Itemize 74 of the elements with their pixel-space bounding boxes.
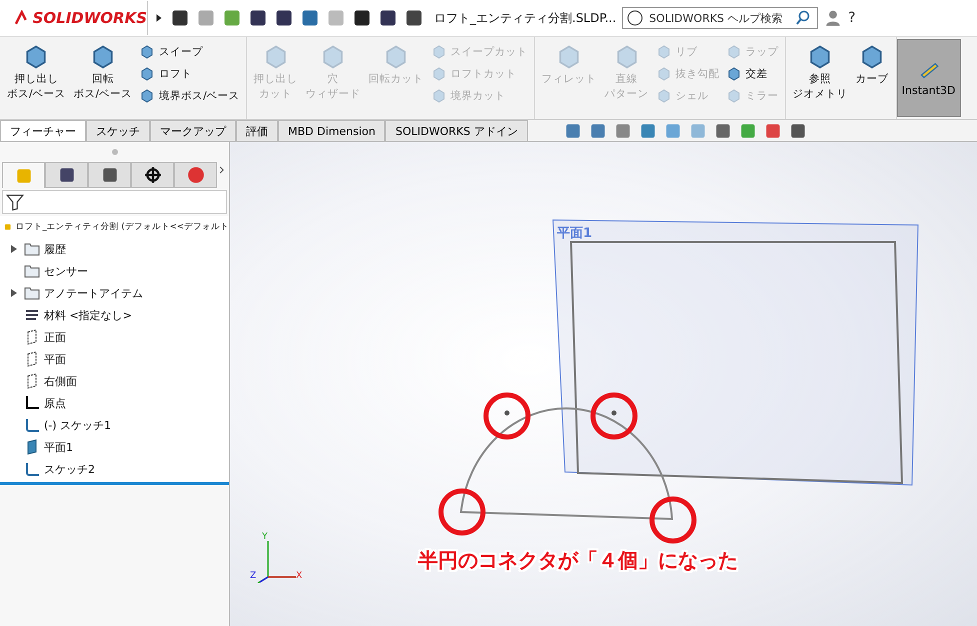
button-label: 回転 — [92, 73, 114, 86]
highlight-circle — [650, 496, 696, 544]
plane-label: 平面1 — [557, 225, 592, 242]
ribbon-tab[interactable]: MBD Dimension — [278, 120, 386, 141]
button-label: 参照 — [809, 73, 832, 86]
button-label: ボス/ベース — [74, 88, 132, 102]
ribbon-button[interactable]: 回転 ボス/ベース — [70, 39, 136, 117]
help-menu[interactable]: ? — [848, 10, 856, 26]
button-label: ウィザード — [306, 88, 361, 102]
button-label: ジオメトリ — [792, 88, 848, 102]
help-icon — [627, 10, 644, 26]
ribbon-button[interactable]: 押し出し ボス/ベース — [4, 39, 69, 117]
button-label: 穴 — [328, 73, 339, 86]
tree-item[interactable]: 右側面 — [44, 374, 77, 388]
button-label: カット — [259, 88, 292, 102]
button-label: 回転カット — [368, 73, 424, 86]
ribbon-tab[interactable]: フィーチャー — [0, 120, 86, 141]
folder-icon — [24, 285, 40, 301]
material-icon — [24, 307, 40, 323]
tree-item[interactable]: 平面1 — [44, 440, 73, 454]
ribbon-button[interactable]: 境界ボス/ベース — [137, 86, 242, 106]
logo-text: SOLIDWORKS — [32, 9, 147, 27]
ribbon-tab[interactable]: スケッチ — [86, 120, 150, 141]
tree-item[interactable]: アノテートアイテム — [44, 286, 143, 300]
ribbon-button[interactable]: 参照 ジオメトリ — [790, 39, 851, 117]
highlight-circle — [590, 392, 638, 440]
axis-label: Z — [250, 571, 256, 581]
tree-item[interactable]: 平面 — [44, 352, 66, 366]
tree-item[interactable]: スケッチ2 — [44, 462, 95, 476]
ribbon-button[interactable]: 交差 — [724, 64, 781, 84]
folder-icon — [24, 241, 40, 257]
tree-item[interactable]: 原点 — [44, 396, 66, 410]
crosshair-icon — [144, 166, 162, 184]
ribbon-tab[interactable]: SOLIDWORKS アドイン — [385, 120, 528, 141]
display-icon — [186, 166, 205, 184]
ribbon-tab[interactable]: マークアップ — [150, 120, 236, 141]
axis-label: Y — [262, 532, 268, 542]
axis-label: X — [296, 571, 302, 581]
button-label: フィレット — [542, 73, 597, 86]
expand-arrow-icon[interactable] — [10, 245, 18, 253]
ribbon-button[interactable]: カーブ — [852, 39, 892, 117]
button-label: カーブ — [856, 73, 889, 86]
ribbon-button[interactable]: スイープ — [137, 42, 242, 62]
tree-item[interactable]: 正面 — [44, 330, 66, 344]
panel-tab[interactable] — [131, 162, 174, 188]
highlight-circle — [438, 488, 486, 536]
grip-icon[interactable] — [112, 149, 118, 155]
button-label: パターン — [604, 88, 649, 102]
ribbon-tab[interactable]: 評価 — [236, 120, 278, 141]
search-icon — [795, 10, 812, 26]
button-label: 押し出し — [254, 73, 298, 86]
sketch-icon — [24, 417, 40, 433]
expand-arrow-icon[interactable] — [10, 289, 18, 297]
ribbon-button[interactable]: ロフト — [137, 64, 242, 84]
folder-icon — [24, 263, 40, 279]
tree-root[interactable]: ロフト_エンティティ分割 (デフォルト<<デフォルト — [15, 221, 229, 233]
annotation-caption: 半円のコネクタが「４個」になった — [418, 547, 738, 574]
tree-item[interactable]: センサー — [44, 264, 88, 278]
filter-field[interactable] — [2, 190, 227, 214]
user-icon — [824, 8, 842, 28]
button-label: 押し出し — [14, 73, 58, 86]
panel-tab[interactable] — [45, 162, 88, 188]
highlight-circle — [484, 392, 530, 440]
origin-icon — [24, 395, 40, 411]
document-title: ロフト_エンティティ分割.SLDP... — [434, 10, 616, 26]
tree-item[interactable]: 材料 <指定なし> — [44, 308, 132, 322]
button-label: 直線 — [616, 73, 638, 86]
instant3d-button[interactable]: Instant3D — [896, 39, 961, 117]
tree-item[interactable]: 履歴 — [44, 242, 66, 256]
sketch-icon — [24, 461, 40, 477]
button-label: ボス/ベース — [7, 88, 66, 102]
filter-icon — [6, 193, 24, 211]
tree-item[interactable]: (-) スケッチ1 — [44, 418, 112, 432]
help-search-field[interactable]: SOLIDWORKS ヘルプ検索 — [622, 7, 818, 29]
